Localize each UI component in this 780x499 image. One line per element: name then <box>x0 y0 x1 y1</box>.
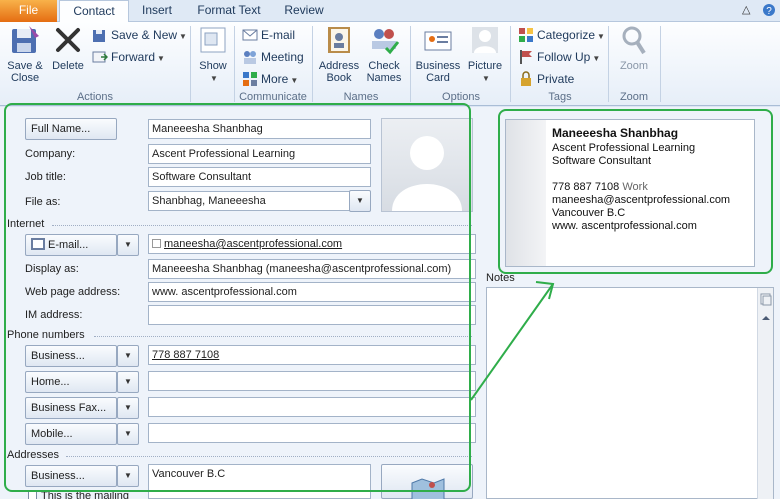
more-icon <box>243 72 257 86</box>
forward-label: Forward <box>111 50 156 64</box>
notes-pages-icon <box>760 293 772 306</box>
show-button[interactable]: Show ▼ <box>196 24 230 85</box>
tab-insert[interactable]: Insert <box>134 0 180 22</box>
ribbon-separator <box>234 26 235 102</box>
ribbon-separator <box>608 26 609 102</box>
save-new-label: Save & New <box>111 28 178 42</box>
tab-review[interactable]: Review <box>280 0 328 22</box>
business-card-button[interactable]: Business Card <box>414 24 462 84</box>
business-card-label: Business <box>415 60 461 72</box>
arrow-icon <box>470 281 555 401</box>
tab-contact[interactable]: Contact <box>59 0 129 23</box>
meeting-button[interactable]: Meeting <box>242 48 304 66</box>
ribbon: Save & Close Delete Save & New ▼ Forward ▼… <box>0 22 780 106</box>
group-label-tags: Tags <box>548 91 572 103</box>
follow-up-button[interactable]: Follow Up ▼ <box>518 48 600 66</box>
save-new-icon <box>93 30 105 42</box>
ribbon-separator <box>190 26 191 102</box>
private-button[interactable]: Private <box>518 70 574 88</box>
follow-up-label: Follow Up <box>537 50 591 64</box>
zoom-icon <box>622 26 646 55</box>
group-label-communicate: Communicate <box>239 91 307 103</box>
forward-icon <box>92 51 108 63</box>
ribbon-tab-bar: File Contact Insert Format Text Review △… <box>0 0 780 23</box>
business-card-icon <box>424 31 452 51</box>
tab-format-text[interactable]: Format Text <box>190 0 268 22</box>
forward-button[interactable]: Forward ▼ <box>92 48 165 66</box>
check-names-button[interactable]: Check Names <box>364 24 404 84</box>
delete-icon <box>56 28 80 52</box>
card-highlight <box>498 109 773 274</box>
private-label: Private <box>537 72 575 86</box>
tab-file[interactable]: File <box>0 0 57 22</box>
categorize-icon <box>519 28 533 42</box>
save-new-button[interactable]: Save & New ▼ <box>92 26 187 44</box>
lock-icon <box>521 71 531 86</box>
meeting-label: Meeting <box>261 50 304 64</box>
ribbon-separator <box>660 26 661 102</box>
check-names-label: Check <box>368 60 400 72</box>
ribbon-separator <box>312 26 313 102</box>
group-label-options: Options <box>442 91 480 103</box>
email-icon <box>242 29 258 41</box>
show-icon <box>200 27 226 53</box>
check-names-label-2: Names <box>366 72 402 84</box>
categorize-button[interactable]: Categorize ▼ <box>518 26 605 44</box>
picture-icon <box>472 27 498 53</box>
meeting-icon <box>244 51 256 64</box>
checkbox-icon <box>28 491 37 499</box>
notes-scrollbar[interactable] <box>757 288 773 499</box>
save-close-button[interactable]: Save & Close <box>6 24 44 84</box>
flag-icon <box>520 50 532 64</box>
save-close-label-2: Close <box>10 72 40 84</box>
delete-label: Delete <box>52 60 84 72</box>
save-close-label: Save & <box>7 60 43 72</box>
email-label: E-mail <box>261 28 296 42</box>
address-book-label: Address <box>318 60 360 72</box>
zoom-button[interactable]: Zoom <box>614 24 654 72</box>
ribbon-separator <box>510 26 511 102</box>
scroll-up-icon <box>762 316 770 320</box>
help-icon[interactable]: ? <box>762 3 776 20</box>
check-names-icon <box>372 29 400 55</box>
group-label-names: Names <box>343 91 379 103</box>
more-button[interactable]: More ▼ <box>242 70 298 88</box>
group-label-actions: Actions <box>76 91 114 103</box>
address-book-icon <box>328 27 350 53</box>
form-highlight <box>4 103 471 492</box>
picture-label: Picture <box>467 60 503 72</box>
delete-button[interactable]: Delete <box>50 24 86 72</box>
zoom-label: Zoom <box>619 60 649 72</box>
show-label: Show <box>199 60 227 72</box>
categorize-label: Categorize <box>537 28 596 42</box>
more-label: More <box>261 72 289 86</box>
email-button[interactable]: E-mail <box>242 26 295 44</box>
ribbon-separator <box>410 26 411 102</box>
minimize-ribbon-icon[interactable]: △ <box>742 3 750 16</box>
svg-text:?: ? <box>766 6 772 17</box>
picture-button[interactable]: Picture ▼ <box>465 24 505 85</box>
business-card-label-2: Card <box>426 72 450 84</box>
group-label-zoom: Zoom <box>619 91 649 103</box>
address-book-label-2: Book <box>326 72 352 84</box>
address-book-button[interactable]: Address Book <box>317 24 361 84</box>
save-icon <box>12 26 39 53</box>
